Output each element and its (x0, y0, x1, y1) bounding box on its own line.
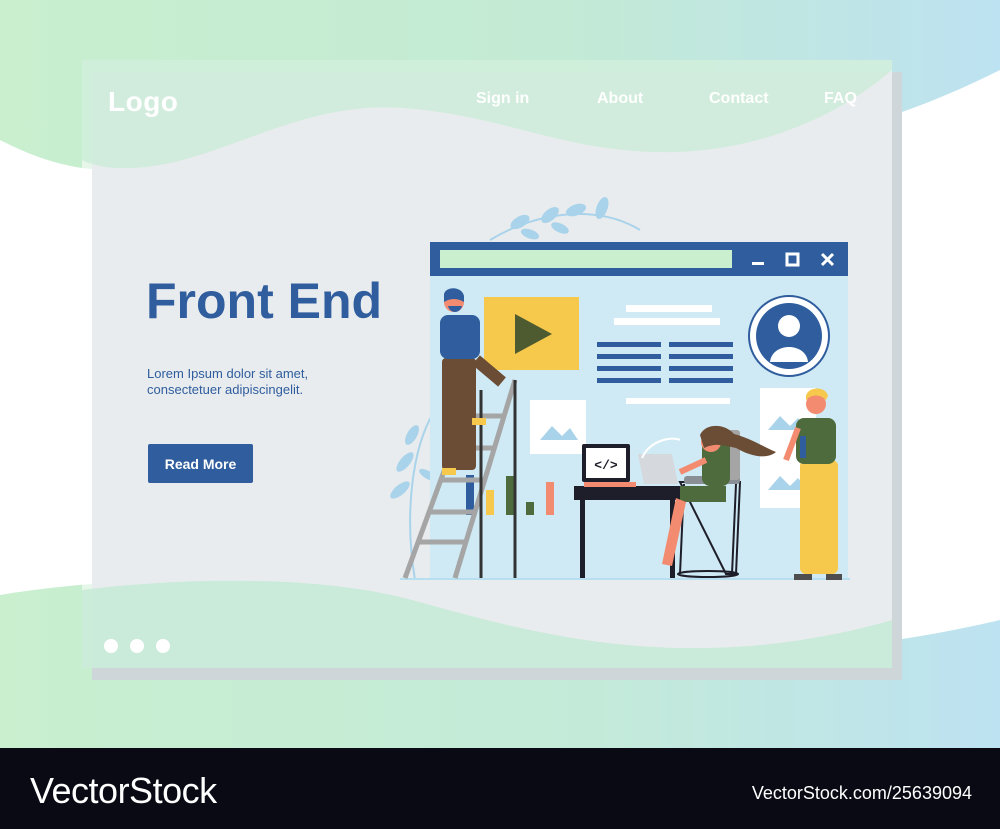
pagination-dot-3[interactable] (156, 639, 170, 653)
leaf-decoration-top (489, 197, 641, 241)
slider-pagination (104, 639, 170, 653)
logo[interactable]: Logo (108, 86, 178, 118)
browser-window (430, 242, 848, 580)
nav-sign-in[interactable]: Sign in (476, 90, 529, 108)
nav-about[interactable]: About (597, 90, 643, 108)
page-background: Logo Sign in About Contact FAQ Front End… (0, 0, 1000, 748)
code-icon: </> (594, 458, 618, 473)
watermark-image-ref: VectorStock.com/25639094 (751, 783, 972, 803)
nav-faq[interactable]: FAQ (824, 90, 857, 108)
read-more-button[interactable]: Read More (148, 444, 253, 483)
front-end-illustration: </> (390, 197, 850, 581)
minimize-icon[interactable] (752, 262, 764, 265)
video-player (484, 297, 579, 370)
pagination-dot-1[interactable] (104, 639, 118, 653)
top-navigation: Logo Sign in About Contact FAQ (82, 60, 892, 140)
watermark-brand: VectorStock (30, 770, 217, 811)
page-title: Front End (146, 273, 383, 329)
pagination-dot-2[interactable] (130, 639, 144, 653)
image-placeholder-icon (530, 400, 586, 454)
watermark-footer: VectorStock VectorStock.com/25639094 (0, 748, 1000, 829)
nav-contact[interactable]: Contact (709, 90, 769, 108)
user-avatar-icon (748, 295, 830, 377)
hero-description: Lorem Ipsum dolor sit amet, consectetuer… (147, 366, 309, 397)
